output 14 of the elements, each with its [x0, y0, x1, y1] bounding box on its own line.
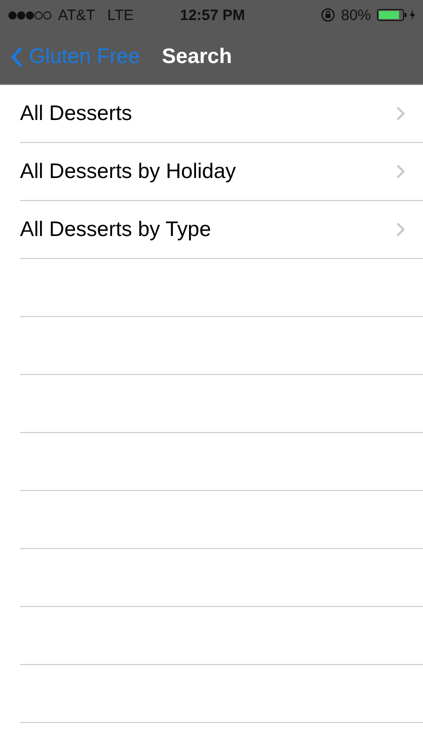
chevron-right-icon — [396, 222, 405, 237]
chevron-left-icon — [10, 46, 23, 68]
battery-charging-icon — [377, 8, 418, 22]
carrier-name: AT&T — [58, 6, 96, 24]
network-type: LTE — [107, 6, 134, 24]
signal-icon — [8, 10, 52, 20]
chevron-right-icon — [396, 164, 405, 179]
screen-title: Search — [162, 45, 232, 69]
battery-percent: 80% — [340, 6, 372, 24]
list-item[interactable]: All Desserts — [20, 85, 423, 143]
list-item[interactable]: All Desserts by Holiday — [20, 143, 423, 201]
chevron-right-icon — [396, 106, 405, 121]
clock-time: 12:57 PM — [180, 6, 246, 24]
rotation-lock-icon — [320, 8, 335, 22]
